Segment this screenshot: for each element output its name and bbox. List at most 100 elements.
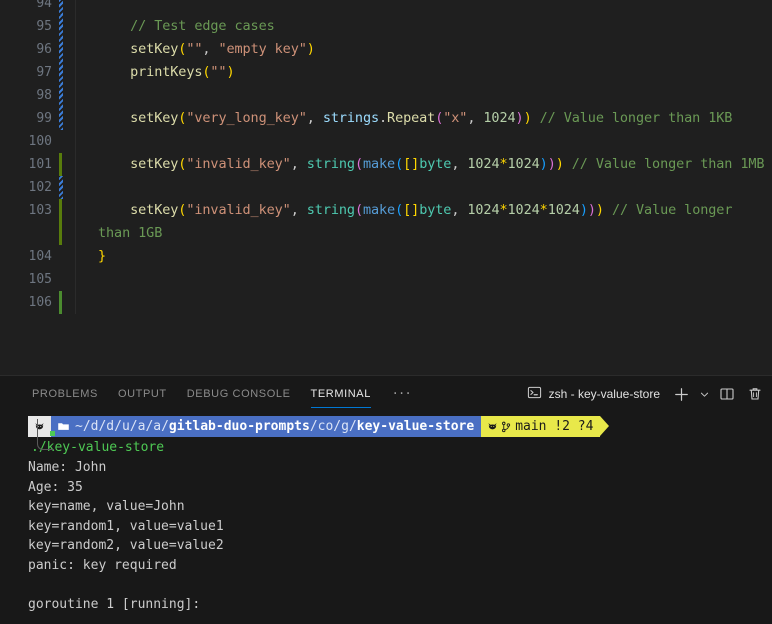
panel-header: PROBLEMS OUTPUT DEBUG CONSOLE TERMINAL ··· … xyxy=(0,376,772,412)
line-number: 104 xyxy=(28,249,52,264)
folder-icon xyxy=(58,423,69,430)
terminal-icon xyxy=(527,385,542,404)
token: , xyxy=(451,202,468,218)
diff-gutter-marker xyxy=(57,38,67,61)
code-line[interactable]: 105 xyxy=(0,268,772,291)
code-line[interactable]: 101 setKey("invalid_key", string(make([]… xyxy=(0,153,772,176)
diff-gutter-marker xyxy=(57,130,67,153)
token: ) xyxy=(547,156,556,172)
terminal-command: ./key-value-store xyxy=(31,440,165,455)
token: "x" xyxy=(443,110,468,126)
diff-gutter-marker xyxy=(57,176,67,199)
token: , xyxy=(202,41,219,57)
code-line[interactable]: 94 xyxy=(0,0,772,15)
prompt-path-repo: gitlab-duo-prompts xyxy=(168,419,310,434)
panel-more-tabs-button[interactable]: ··· xyxy=(381,376,424,412)
code-text: // Test edge cases xyxy=(76,15,772,38)
prompt-path-prefix: ~/d/d/u/a/a/ xyxy=(75,419,169,434)
token: printKeys xyxy=(130,64,203,80)
diff-gutter-marker xyxy=(57,153,67,176)
token: , xyxy=(290,202,307,218)
code-line[interactable]: 100 xyxy=(0,130,772,153)
diff-gutter-marker xyxy=(57,15,67,38)
line-number: 101 xyxy=(28,157,52,172)
code-text: setKey("very_long_key", strings.Repeat("… xyxy=(76,107,772,130)
token: // Value longer than 1MB xyxy=(571,156,765,172)
token: "invalid_key" xyxy=(186,156,291,172)
token: . xyxy=(379,110,388,126)
diff-gutter-marker xyxy=(57,268,67,291)
token: * xyxy=(539,202,548,218)
prompt-path-segment: ~/d/d/u/a/a/gitlab-duo-prompts/co/g/key-… xyxy=(51,416,482,437)
code-line[interactable]: 104} xyxy=(0,245,772,268)
code-text: setKey("", "empty key") xyxy=(76,38,772,61)
token: ) xyxy=(306,41,315,57)
token: , xyxy=(467,110,484,126)
panel-tab-output[interactable]: OUTPUT xyxy=(108,376,177,412)
panel-tab-terminal[interactable]: TERMINAL xyxy=(301,376,381,412)
token: // Test edge cases xyxy=(98,18,275,34)
token: , xyxy=(290,156,307,172)
code-line[interactable]: 96 setKey("", "empty key") xyxy=(0,38,772,61)
code-line[interactable]: 95 // Test edge cases xyxy=(0,15,772,38)
code-line[interactable]: 103 setKey("invalid_key", string(make([]… xyxy=(0,199,772,245)
code-line[interactable]: 102 xyxy=(0,176,772,199)
terminal-body[interactable]: ~/d/d/u/a/a/gitlab-duo-prompts/co/g/key-… xyxy=(0,412,772,624)
diff-gutter-marker xyxy=(57,291,67,314)
panel-tab-debug-console[interactable]: DEBUG CONSOLE xyxy=(177,376,301,412)
terminal-output-line: Age: 35 xyxy=(28,479,83,495)
kill-terminal-button[interactable] xyxy=(742,381,768,407)
terminal-output-line: key=name, value=John xyxy=(28,499,185,514)
token: Repeat xyxy=(387,110,436,126)
token: // Value longer than 1KB xyxy=(539,110,733,126)
code-text: } xyxy=(76,245,772,268)
line-number: 96 xyxy=(36,42,52,57)
git-branch-icon xyxy=(502,421,511,432)
line-number: 103 xyxy=(28,203,52,218)
prompt-git-text: main !2 ?4 xyxy=(515,419,594,434)
split-terminal-button[interactable] xyxy=(714,381,740,407)
terminal-output: Name: John Age: 35 key=name, value=John key… xyxy=(0,458,772,614)
code-line[interactable]: 98 xyxy=(0,84,772,107)
token: ) xyxy=(579,202,588,218)
chevron-down-icon[interactable] xyxy=(696,381,712,407)
token: 1024 xyxy=(507,202,540,218)
token: setKey xyxy=(130,202,179,218)
token: "" xyxy=(186,41,203,57)
line-number: 105 xyxy=(28,272,52,287)
token: [] xyxy=(403,156,420,172)
token: setKey xyxy=(130,41,179,57)
diff-gutter-marker xyxy=(57,0,67,15)
token: 1024 xyxy=(467,202,500,218)
code-editor[interactable]: 94 95 // Test edge cases 96 setKey("", "e… xyxy=(0,0,772,375)
code-line[interactable]: 97 printKeys("") xyxy=(0,61,772,84)
diff-gutter-marker xyxy=(57,107,67,130)
code-text: printKeys("") xyxy=(76,61,772,84)
token: ) xyxy=(595,202,604,218)
token: strings xyxy=(322,110,380,126)
line-number: 98 xyxy=(36,88,52,103)
prompt-arrow xyxy=(600,416,610,436)
token: * xyxy=(499,156,508,172)
terminal-output-line: key=random2, value=value2 xyxy=(28,538,224,553)
code-text: setKey("invalid_key", string(make([]byte… xyxy=(76,153,772,176)
line-number: 97 xyxy=(36,65,52,80)
code-line[interactable]: 106 xyxy=(0,291,772,314)
token: make xyxy=(362,156,396,172)
new-terminal-button[interactable] xyxy=(668,381,694,407)
code-line[interactable]: 99 setKey("very_long_key", strings.Repea… xyxy=(0,107,772,130)
panel-tab-problems[interactable]: PROBLEMS xyxy=(22,376,108,412)
diff-gutter-marker xyxy=(57,245,67,268)
terminal-output-line: panic: key required xyxy=(28,557,177,573)
token: "empty key" xyxy=(218,41,307,57)
terminal-tab-zsh[interactable]: zsh - key-value-store xyxy=(521,381,666,407)
token: ) xyxy=(587,202,596,218)
panel-actions: zsh - key-value-store xyxy=(521,376,768,412)
